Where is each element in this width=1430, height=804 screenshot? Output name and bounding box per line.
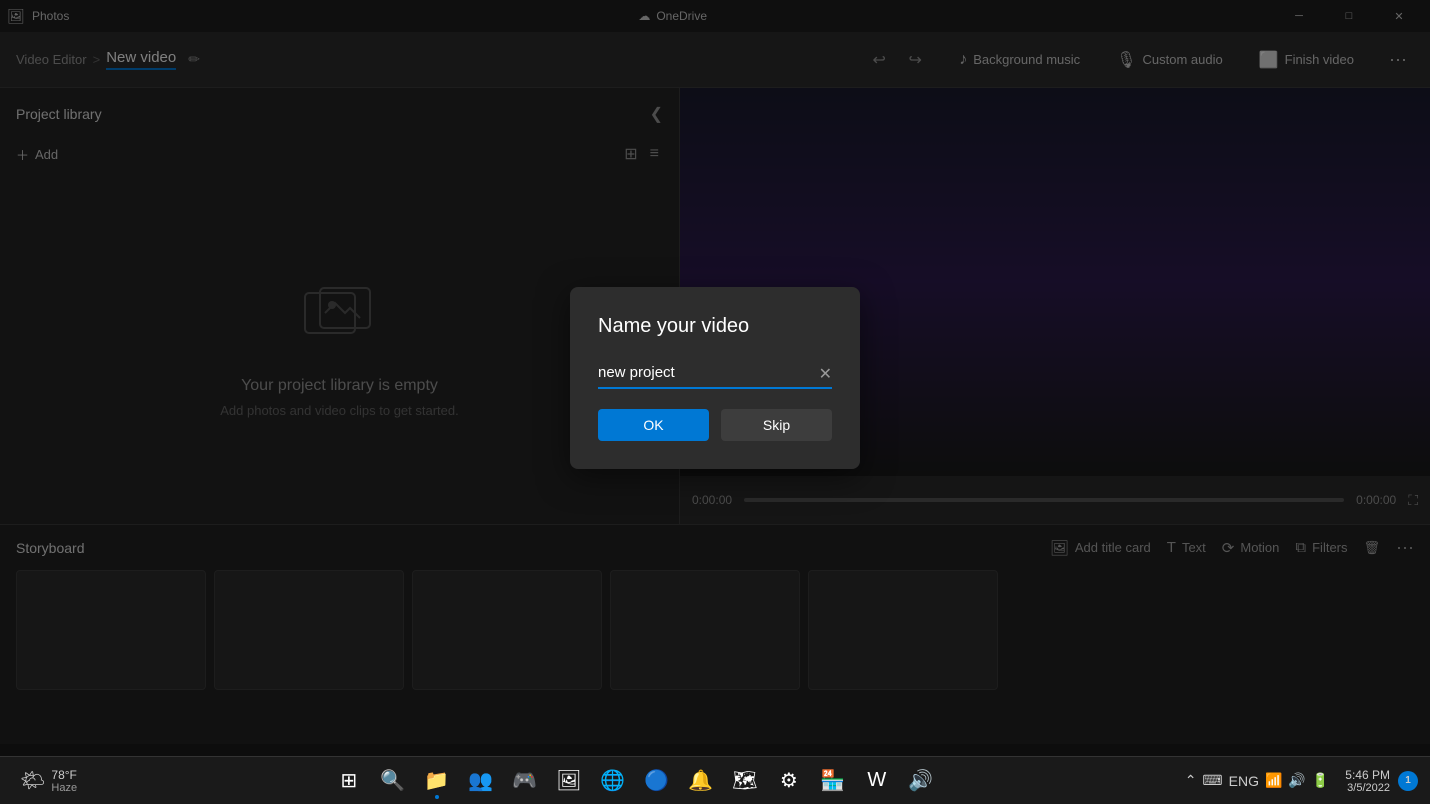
- clear-input-button[interactable]: ✕: [819, 364, 832, 384]
- taskbar-weather[interactable]: 🌤 78°F Haze: [12, 768, 85, 794]
- yammer-taskbar[interactable]: 🔔: [681, 761, 721, 801]
- notification-badge[interactable]: 1: [1398, 771, 1418, 791]
- winstore-taskbar[interactable]: 🏪: [813, 761, 853, 801]
- name-video-modal: Name your video ✕ OK Skip: [570, 287, 860, 469]
- chrome-taskbar[interactable]: 🔵: [637, 761, 677, 801]
- volume-icon[interactable]: 🔊: [1288, 772, 1305, 789]
- photos-taskbar[interactable]: 🖼: [549, 761, 589, 801]
- taskbar-right: ⌃ ⌨ ENG 📶 🔊 🔋 5:46 PM 3/5/2022 1: [1177, 768, 1418, 794]
- battery-icon[interactable]: 🔋: [1312, 772, 1329, 789]
- weather-condition: Haze: [51, 782, 77, 794]
- teams-taskbar[interactable]: 👥: [461, 761, 501, 801]
- video-name-input[interactable]: [598, 358, 832, 389]
- xbox-taskbar[interactable]: 🎮: [505, 761, 545, 801]
- taskbar-date: 3/5/2022: [1347, 782, 1390, 794]
- maps-taskbar[interactable]: 🗺: [725, 761, 765, 801]
- word-taskbar[interactable]: W: [857, 761, 897, 801]
- taskbar: 🌤 78°F Haze ⊞ 🔍 📁 👥 🎮 🖼 🌐 🔵 🔔 🗺 ⚙ 🏪 W 🔊 …: [0, 756, 1430, 804]
- modal-input-wrapper: ✕: [598, 358, 832, 389]
- keyboard-icon[interactable]: ⌨: [1202, 772, 1222, 789]
- modal-overlay: Name your video ✕ OK Skip: [0, 0, 1430, 756]
- settings-taskbar[interactable]: ⚙: [769, 761, 809, 801]
- taskbar-left: 🌤 78°F Haze: [12, 768, 93, 794]
- search-taskbar-button[interactable]: 🔍: [373, 761, 413, 801]
- skip-button[interactable]: Skip: [721, 409, 832, 441]
- start-button[interactable]: ⊞: [329, 761, 369, 801]
- weather-icon: 🌤: [20, 768, 45, 793]
- system-tray: ⌃ ⌨ ENG 📶 🔊 🔋: [1177, 772, 1338, 789]
- file-explorer-taskbar[interactable]: 📁: [417, 761, 457, 801]
- taskbar-center: ⊞ 🔍 📁 👥 🎮 🖼 🌐 🔵 🔔 🗺 ⚙ 🏪 W 🔊: [93, 761, 1177, 801]
- soundpad-taskbar[interactable]: 🔊: [901, 761, 941, 801]
- taskbar-clock[interactable]: 5:46 PM 3/5/2022: [1341, 768, 1394, 794]
- taskbar-time: 5:46 PM: [1345, 768, 1390, 782]
- modal-buttons: OK Skip: [598, 409, 832, 441]
- language-label[interactable]: ENG: [1229, 773, 1259, 789]
- wifi-icon[interactable]: 📶: [1265, 772, 1282, 789]
- weather-temp: 78°F: [51, 768, 77, 782]
- weather-text: 78°F Haze: [51, 768, 77, 794]
- modal-title: Name your video: [598, 315, 832, 338]
- chevron-icon[interactable]: ⌃: [1185, 772, 1197, 789]
- edge-taskbar[interactable]: 🌐: [593, 761, 633, 801]
- ok-button[interactable]: OK: [598, 409, 709, 441]
